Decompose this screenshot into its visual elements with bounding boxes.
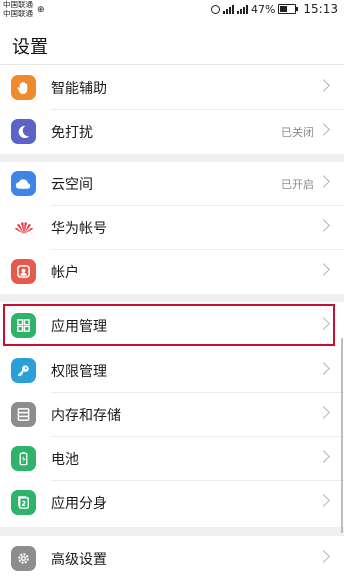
settings-item-label: 帐户 <box>51 265 79 281</box>
alarm-icon <box>210 4 220 14</box>
group-gap <box>0 527 344 536</box>
status-icons: 47% 15:13 <box>210 2 338 16</box>
settings-item-label: 云空间 <box>51 177 93 193</box>
settings-item-label: 免打扰 <box>51 125 93 141</box>
status-value: 已开启 <box>281 178 314 191</box>
storage-icon <box>11 402 36 427</box>
settings-item-label: 电池 <box>51 452 79 468</box>
settings-item-accounts[interactable]: 帐户 <box>0 250 344 294</box>
title-divider <box>0 64 344 65</box>
settings-item-do-not-disturb[interactable]: 免打扰 已关闭 <box>0 110 344 154</box>
chevron-right-icon <box>317 362 330 375</box>
battery-percent: 47% <box>250 2 276 16</box>
page-title: 设置 <box>12 37 48 58</box>
carrier-2: 中国联通 <box>3 9 33 18</box>
status-bar: 中国联通 中国联通 ⊕ 47% 15:13 <box>0 0 344 20</box>
settings-item-label: 高级设置 <box>51 552 107 568</box>
moon-icon <box>11 119 36 144</box>
group-gap <box>0 294 344 302</box>
settings-item-label: 华为帐号 <box>51 221 107 237</box>
chevron-right-icon <box>317 123 330 136</box>
settings-item-app-twin[interactable]: 应用分身 <box>0 481 344 525</box>
chevron-right-icon <box>317 175 330 188</box>
chevron-right-icon <box>317 450 330 463</box>
settings-item-battery[interactable]: 电池 <box>0 437 344 481</box>
chevron-right-icon <box>317 263 330 276</box>
key-icon <box>11 358 36 383</box>
battery-icon <box>278 4 299 14</box>
signal-1-icon <box>222 4 234 14</box>
settings-item-cloud[interactable]: 云空间 已开启 <box>0 162 344 206</box>
chevron-right-icon <box>317 79 330 92</box>
settings-item-label: 权限管理 <box>51 364 107 380</box>
gear-icon <box>11 546 36 571</box>
battery-icon <box>11 446 36 471</box>
group-gap <box>0 154 344 162</box>
app-twin-icon <box>11 490 36 515</box>
chevron-right-icon <box>317 494 330 507</box>
highlight-box <box>3 304 335 346</box>
carrier-labels: 中国联通 中国联通 <box>3 0 33 18</box>
cloud-icon <box>11 171 36 196</box>
settings-item-label: 智能辅助 <box>51 81 107 97</box>
settings-item-huawei-account[interactable]: 华为帐号 <box>0 206 344 250</box>
settings-item-label: 应用分身 <box>51 496 107 512</box>
scrollbar[interactable] <box>341 338 343 533</box>
account-icon <box>11 259 36 284</box>
settings-item-memory-storage[interactable]: 内存和存储 <box>0 393 344 437</box>
status-value: 已关闭 <box>281 126 314 139</box>
settings-item-advanced[interactable]: 高级设置 <box>0 537 344 581</box>
signal-2-icon <box>236 4 248 14</box>
data-roaming-icon: ⊕ <box>37 5 45 15</box>
chevron-right-icon <box>317 550 330 563</box>
huawei-logo-icon <box>11 215 36 240</box>
settings-item-permissions[interactable]: 权限管理 <box>0 349 344 393</box>
clock: 15:13 <box>303 2 338 16</box>
chevron-right-icon <box>317 406 330 419</box>
carrier-1: 中国联通 <box>3 0 33 9</box>
settings-item-label: 内存和存储 <box>51 408 121 424</box>
settings-item-smart-assist[interactable]: 智能辅助 <box>0 66 344 110</box>
chevron-right-icon <box>317 219 330 232</box>
hand-icon <box>11 75 36 100</box>
